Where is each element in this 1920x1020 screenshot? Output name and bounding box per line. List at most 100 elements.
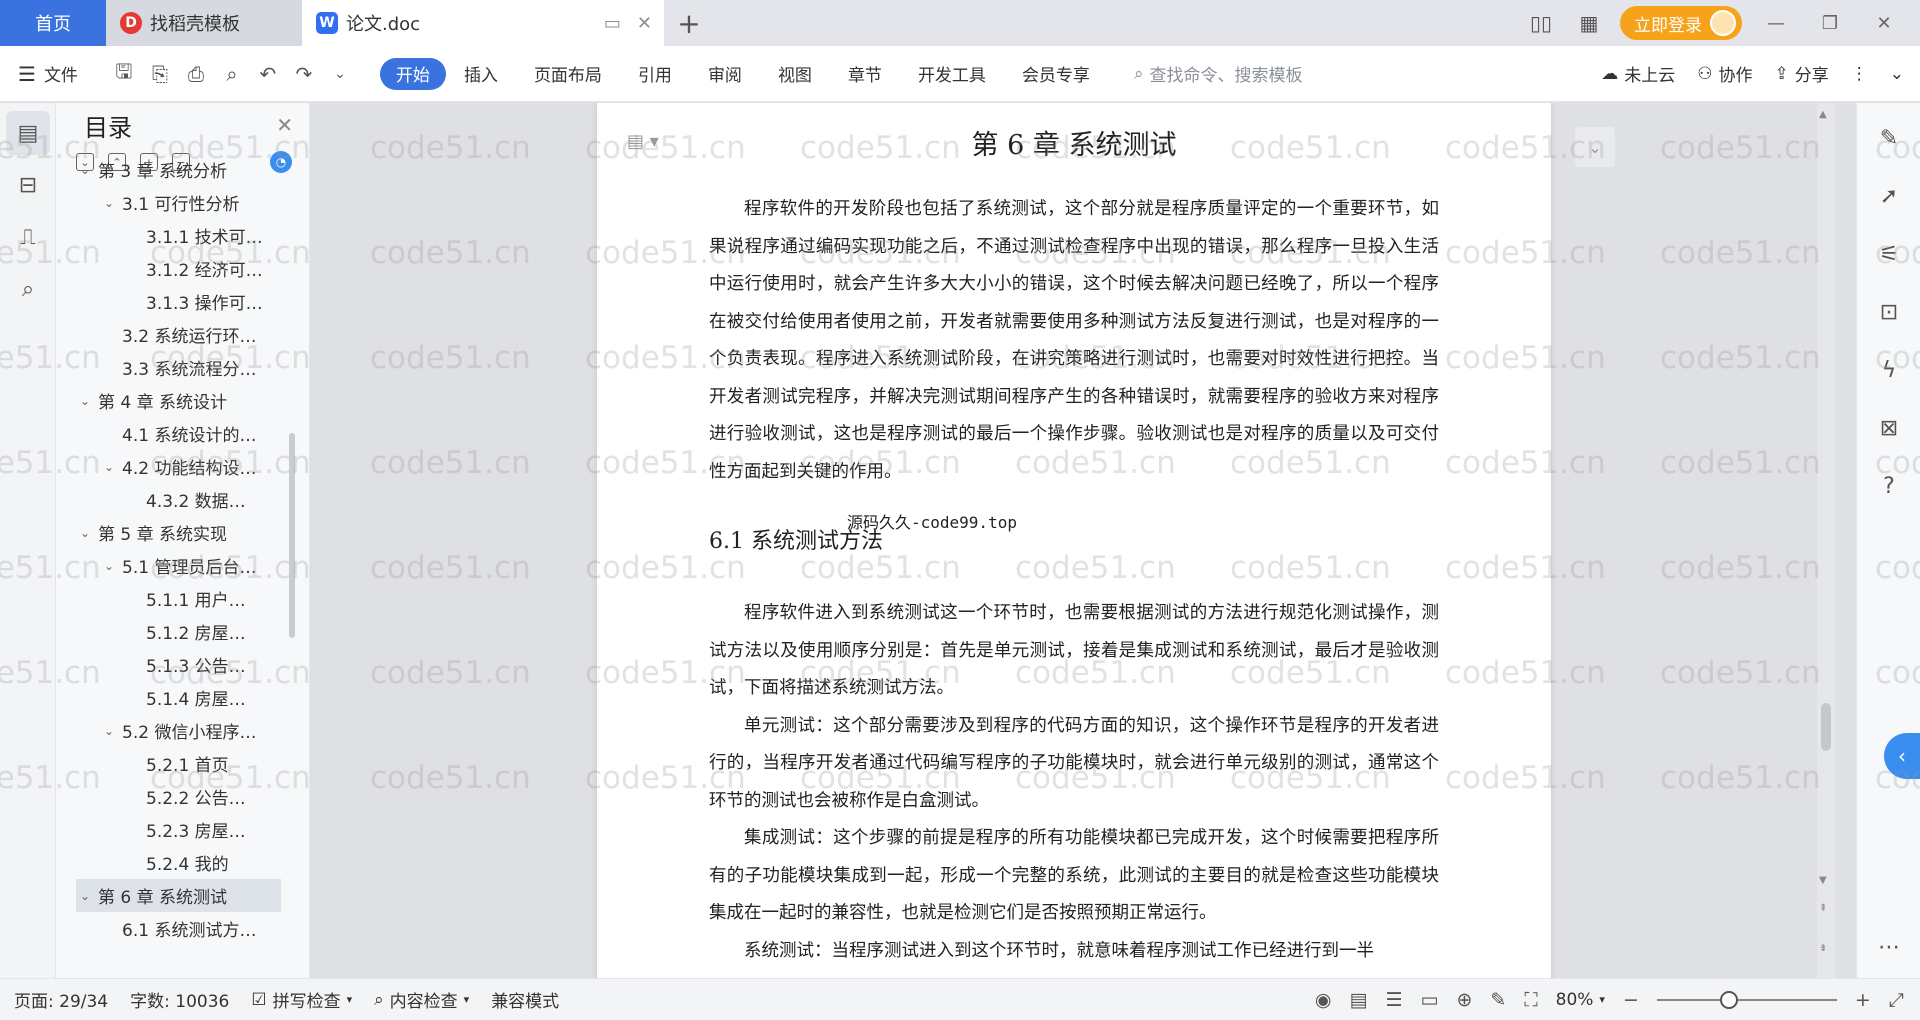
document-scrollbar[interactable]: ▲ ▼ ⇞ ⇟: [1817, 103, 1835, 978]
print-icon[interactable]: ⎙: [178, 62, 214, 86]
zoom-slider-knob[interactable]: [1719, 990, 1738, 1009]
restore-icon[interactable]: ❐: [1810, 13, 1850, 34]
prev-page-icon[interactable]: ⇞: [1819, 903, 1827, 914]
login-button[interactable]: 立即登录: [1620, 6, 1742, 40]
chevron-down-icon[interactable]: ⌄: [76, 394, 94, 408]
close-icon[interactable]: ✕: [276, 113, 293, 137]
toc-item[interactable]: ⌄ 5.2 微信小程序…: [56, 714, 309, 747]
close-window-icon[interactable]: ✕: [1864, 13, 1904, 34]
scroll-up-icon[interactable]: ▲: [1819, 109, 1827, 120]
toc-item[interactable]: 4.1 系统设计的…: [56, 417, 309, 450]
chevron-down-icon[interactable]: ⌄: [76, 889, 94, 903]
more-icon[interactable]: ⋯: [1857, 924, 1920, 970]
print-preview-icon[interactable]: ⌕: [214, 62, 250, 86]
toc-item[interactable]: 5.2.2 公告…: [56, 780, 309, 813]
zoom-out-icon[interactable]: −: [1623, 989, 1639, 1011]
tab-home[interactable]: 首页: [0, 0, 106, 46]
scrollbar-thumb[interactable]: [1821, 703, 1831, 751]
outline-view-icon[interactable]: ☰: [1385, 989, 1402, 1011]
chevron-down-icon[interactable]: ⌄: [100, 196, 118, 210]
tab-start[interactable]: 开始: [379, 57, 446, 90]
export-icon[interactable]: ⎘: [142, 62, 178, 86]
page-count[interactable]: 页面: 29/34: [14, 987, 108, 1012]
collaborate-button[interactable]: ⚇ 协作: [1697, 61, 1752, 87]
save-icon[interactable]: 🖫: [106, 57, 142, 91]
toc-item[interactable]: 3.1.2 经济可…: [56, 252, 309, 285]
toc-item[interactable]: ⌄ 第 4 章 系统设计: [56, 384, 309, 417]
grid-apps-icon[interactable]: ▦: [1572, 11, 1606, 35]
toc-item[interactable]: 5.2.3 房屋…: [56, 813, 309, 846]
toc-item[interactable]: 5.1.4 房屋…: [56, 681, 309, 714]
fullscreen-icon[interactable]: ⤢: [1889, 989, 1904, 1011]
cloud-status-button[interactable]: ☁ 未上云: [1601, 61, 1675, 87]
pen-icon[interactable]: ✎: [1857, 115, 1920, 161]
tab-insert[interactable]: 插入: [446, 58, 516, 90]
chevron-down-icon[interactable]: ⌄: [100, 724, 118, 738]
close-tab-icon[interactable]: ✕: [637, 13, 652, 34]
zoom-in-icon[interactable]: +: [1855, 989, 1871, 1011]
collapse-ribbon-icon[interactable]: ⌄: [1890, 64, 1904, 84]
toc-item[interactable]: 3.2 系统运行环…: [56, 318, 309, 351]
toc-item[interactable]: 6.1 系统测试方…: [56, 912, 309, 945]
help-icon[interactable]: ?: [1857, 463, 1920, 509]
navigation-icon[interactable]: ⊟: [6, 163, 50, 207]
cursor-icon[interactable]: ➚: [1857, 173, 1920, 219]
toc-panel-icon[interactable]: ▤: [6, 111, 50, 155]
page-view-icon[interactable]: ▤: [1350, 989, 1368, 1011]
tab-member[interactable]: 会员专享: [1004, 58, 1108, 90]
content-check-button[interactable]: ⌕ 内容检查 ▾: [374, 987, 469, 1013]
new-tab-button[interactable]: +: [664, 0, 714, 46]
toc-item[interactable]: ⌄ 5.1 管理员后台…: [56, 549, 309, 582]
bookmark-icon[interactable]: ⎍: [6, 215, 50, 259]
zoom-slider[interactable]: [1656, 990, 1837, 1009]
adjust-icon[interactable]: ⚟: [1857, 231, 1920, 277]
chevron-down-icon[interactable]: ▾: [1599, 993, 1605, 1006]
search-icon[interactable]: ⌕: [6, 267, 50, 311]
reading-view-icon[interactable]: ▭: [1421, 989, 1439, 1011]
toc-item[interactable]: ⌄ 第 3 章 系统分析: [56, 153, 309, 186]
toc-item[interactable]: 5.2.1 首页: [56, 747, 309, 780]
reading-mode-icon[interactable]: ▯▯: [1524, 11, 1558, 35]
lightning-icon[interactable]: ϟ: [1857, 347, 1920, 393]
chevron-down-icon[interactable]: ⌄: [100, 460, 118, 474]
tab-docer-templates[interactable]: D 找稻壳模板: [106, 0, 302, 46]
monitor-icon[interactable]: ▭: [604, 13, 621, 34]
toc-item[interactable]: 3.1.1 技术可…: [56, 219, 309, 252]
document-page[interactable]: ▤ ▾ 第 6 章 系统测试 程序软件的开发阶段也包括了系统测试，这个部分就是程…: [597, 103, 1551, 978]
toc-item[interactable]: 5.2.4 我的: [56, 846, 309, 879]
pen-mode-icon[interactable]: ✎: [1490, 989, 1506, 1011]
toc-item[interactable]: 3.3 系统流程分…: [56, 351, 309, 384]
tab-document[interactable]: W 论文.doc ▭ ✕: [302, 0, 664, 46]
tab-view[interactable]: 视图: [760, 58, 830, 90]
web-view-icon[interactable]: ⊕: [1456, 989, 1472, 1011]
filter-icon[interactable]: ⌄: [1575, 127, 1615, 167]
undo-icon[interactable]: ↶: [250, 62, 286, 86]
chevron-down-icon[interactable]: ⌄: [76, 526, 94, 540]
chevron-down-icon[interactable]: ⌄: [76, 163, 94, 177]
toc-item[interactable]: 5.1.2 房屋…: [56, 615, 309, 648]
toc-item[interactable]: ⌄ 4.2 功能结构设…: [56, 450, 309, 483]
minimize-icon[interactable]: —: [1756, 13, 1796, 34]
eye-protect-icon[interactable]: ◉: [1315, 989, 1332, 1011]
reader-icon[interactable]: ⊠: [1857, 405, 1920, 451]
ai-image-icon[interactable]: ⊡: [1857, 289, 1920, 335]
zoom-level[interactable]: 80%: [1556, 990, 1594, 1010]
toc-item[interactable]: 5.1.3 公告…: [56, 648, 309, 681]
tab-page-layout[interactable]: 页面布局: [516, 58, 620, 90]
word-count[interactable]: 字数: 10036: [130, 987, 229, 1012]
toc-item[interactable]: 3.1.3 操作可…: [56, 285, 309, 318]
command-search[interactable]: ⌕ 查找命令、搜索模板: [1134, 61, 1303, 87]
more-options-icon[interactable]: ⋮: [1851, 64, 1868, 84]
redo-icon[interactable]: ↷: [286, 62, 322, 86]
tab-chapter[interactable]: 章节: [830, 58, 900, 90]
tab-references[interactable]: 引用: [620, 58, 690, 90]
spell-check-button[interactable]: ☑ 拼写检查 ▾: [251, 987, 352, 1013]
chevron-down-icon[interactable]: ⌄: [100, 559, 118, 573]
toc-item[interactable]: ⌄ 3.1 可行性分析: [56, 186, 309, 219]
toc-item[interactable]: 5.1.1 用户…: [56, 582, 309, 615]
toc-item[interactable]: ⌄ 第 5 章 系统实现: [56, 516, 309, 549]
tab-review[interactable]: 审阅: [690, 58, 760, 90]
scroll-down-icon[interactable]: ▼: [1819, 875, 1827, 886]
toc-scrollbar[interactable]: [289, 433, 295, 638]
toc-item[interactable]: ⌄ 第 6 章 系统测试: [76, 879, 281, 912]
